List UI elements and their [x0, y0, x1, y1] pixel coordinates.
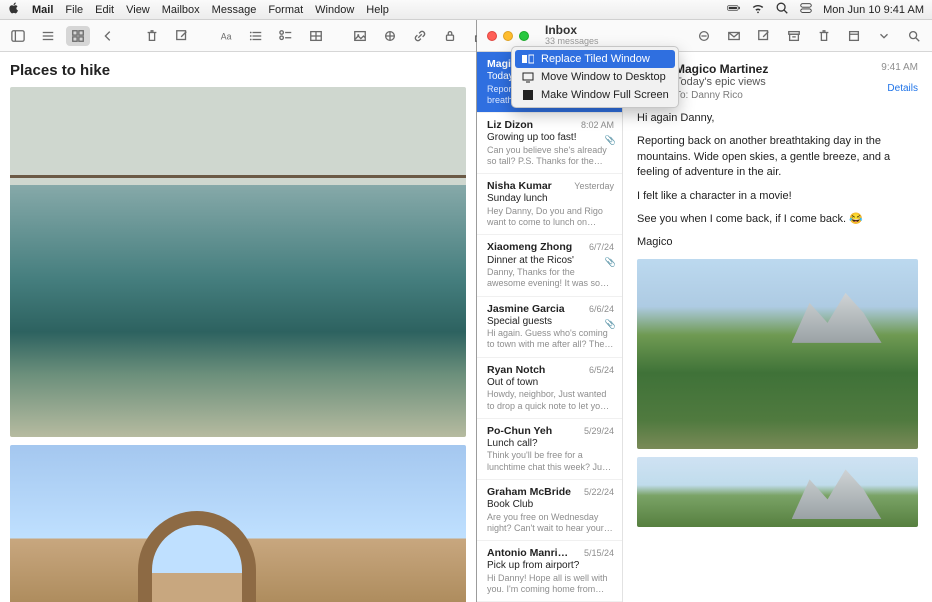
message-list-item[interactable]: Jasmine Garcia6/6/24Special guestsHi aga… — [477, 297, 622, 358]
message-list-item[interactable]: Xiaomeng Zhong6/7/24Dinner at the Ricos'… — [477, 235, 622, 296]
menu-replace-tiled-window[interactable]: Replace Tiled Window — [515, 50, 675, 68]
compose-icon[interactable] — [170, 26, 194, 46]
list-icon[interactable] — [244, 26, 268, 46]
envelope-icon[interactable] — [722, 26, 746, 46]
preview-subject: Today's epic views — [675, 76, 873, 88]
search-mail-icon[interactable] — [902, 26, 926, 46]
battery-icon[interactable] — [727, 1, 741, 18]
message-list-item[interactable]: Liz Dizon8:02 AMGrowing up too fast!Can … — [477, 113, 622, 174]
preview-paragraph: See you when I come back, if I come back… — [637, 212, 918, 227]
preview-paragraph: Hi again Danny, — [637, 111, 918, 126]
attachment-icon: 📎 — [605, 257, 616, 268]
preview-details-link[interactable]: Details — [887, 83, 918, 94]
compose-window: Aa Places to hike — [0, 20, 477, 602]
menu-file[interactable]: File — [65, 4, 83, 16]
checklist-icon[interactable] — [274, 26, 298, 46]
preview-time: 9:41 AM — [881, 62, 918, 73]
message-list-item[interactable]: Po-Chun Yeh5/29/24Lunch call?Think you'l… — [477, 419, 622, 480]
preview-from: Magico Martinez — [675, 62, 873, 76]
zoom-window-button[interactable] — [519, 31, 529, 41]
preview-paragraph: Magico — [637, 235, 918, 250]
attached-image-2[interactable] — [10, 445, 466, 602]
menu-mailbox[interactable]: Mailbox — [162, 4, 200, 16]
menu-app[interactable]: Mail — [32, 4, 53, 16]
close-window-button[interactable] — [487, 31, 497, 41]
preview-body: Hi again Danny, Reporting back on another… — [637, 111, 918, 251]
preview-image-2[interactable] — [637, 457, 918, 527]
attachment-icon: 📎 — [605, 135, 616, 146]
message-list-item[interactable]: Nisha KumarYesterdaySunday lunchHey Dann… — [477, 174, 622, 235]
menu-message[interactable]: Message — [212, 4, 257, 16]
desktop-icon — [521, 71, 535, 83]
message-list-item[interactable]: Antonio Manriquez5/15/24Pick up from air… — [477, 541, 622, 602]
back-icon[interactable] — [96, 26, 120, 46]
preview-paragraph: I felt like a character in a movie! — [637, 189, 918, 204]
compose-document[interactable]: Places to hike — [0, 52, 476, 602]
control-center-icon[interactable] — [799, 1, 813, 18]
message-list-item[interactable]: Graham McBride5/22/24Book ClubAre you fr… — [477, 480, 622, 541]
attachment-icon: 📎 — [605, 319, 616, 330]
menu-format[interactable]: Format — [268, 4, 303, 16]
lock-icon[interactable] — [438, 26, 462, 46]
document-title: Places to hike — [10, 62, 466, 79]
minimize-window-button[interactable] — [503, 31, 513, 41]
window-zoom-menu: Replace Tiled Window Move Window to Desk… — [511, 46, 679, 108]
preview-image-1[interactable] — [637, 259, 918, 449]
view-list-icon[interactable] — [36, 26, 60, 46]
view-grid-icon[interactable] — [66, 26, 90, 46]
preview-to: To: Danny Rico — [675, 90, 873, 101]
apple-logo-icon[interactable] — [8, 2, 20, 17]
menu-move-to-desktop[interactable]: Move Window to Desktop — [515, 68, 675, 86]
photo-icon[interactable] — [348, 26, 372, 46]
attached-image-1[interactable] — [10, 87, 466, 437]
menu-item-label: Replace Tiled Window — [541, 53, 650, 65]
tile-swap-icon — [521, 53, 535, 65]
preview-paragraph: Reporting back on another breathtaking d… — [637, 134, 918, 180]
menubar-clock[interactable]: Mon Jun 10 9:41 AM — [823, 4, 924, 16]
menu-help[interactable]: Help — [366, 4, 389, 16]
message-preview: Magico Martinez Today's epic views To: D… — [623, 52, 932, 602]
spotlight-icon[interactable] — [775, 1, 789, 18]
sidebar-toggle-icon[interactable] — [6, 26, 30, 46]
svg-text:Aa: Aa — [221, 31, 232, 41]
mail-window: Inbox 33 messages Replace Tiled Window — [477, 20, 932, 602]
menu-view[interactable]: View — [126, 4, 150, 16]
trash-icon[interactable] — [140, 26, 164, 46]
menu-edit[interactable]: Edit — [95, 4, 114, 16]
menubar: Mail File Edit View Mailbox Message Form… — [0, 0, 932, 20]
window-controls — [483, 31, 529, 41]
trash-icon[interactable] — [812, 26, 836, 46]
menu-item-label: Make Window Full Screen — [541, 89, 669, 101]
menu-make-fullscreen[interactable]: Make Window Full Screen — [515, 86, 675, 104]
message-list[interactable]: Magico Martinez9:41 AMToday's epic views… — [477, 52, 623, 602]
archive-icon[interactable] — [782, 26, 806, 46]
table-icon[interactable] — [304, 26, 328, 46]
compose-toolbar: Aa — [0, 20, 476, 52]
junk-icon[interactable] — [842, 26, 866, 46]
message-list-item[interactable]: Ryan Notch6/5/24Out of townHowdy, neighb… — [477, 358, 622, 419]
mailbox-title[interactable]: Inbox 33 messages — [545, 24, 599, 47]
link-icon[interactable] — [408, 26, 432, 46]
more-icon[interactable] — [872, 26, 896, 46]
filter-icon[interactable] — [692, 26, 716, 46]
fullscreen-icon — [521, 89, 535, 101]
menu-item-label: Move Window to Desktop — [541, 71, 666, 83]
menu-window[interactable]: Window — [315, 4, 354, 16]
new-mail-icon[interactable] — [752, 26, 776, 46]
wifi-icon[interactable] — [751, 1, 765, 18]
format-icon[interactable] — [378, 26, 402, 46]
font-size-icon[interactable]: Aa — [214, 26, 238, 46]
